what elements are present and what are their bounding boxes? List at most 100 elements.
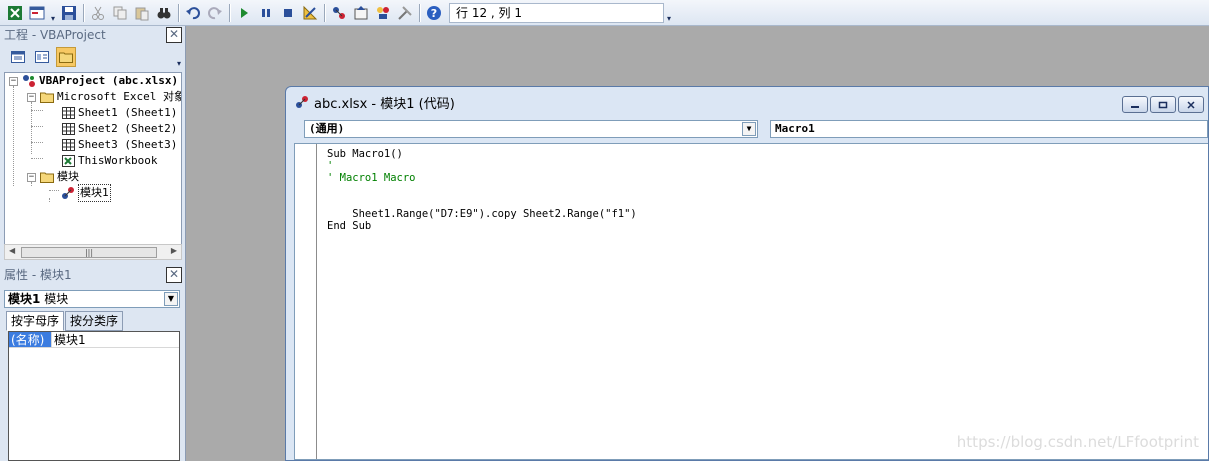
code-combos: (通用) ▼ Macro1: [304, 120, 1208, 138]
code-margin[interactable]: [295, 144, 317, 459]
chevron-down-icon[interactable]: ▼: [742, 122, 756, 136]
tree-node-sheet3[interactable]: Sheet3 (Sheet3): [61, 137, 177, 153]
tree-horizontal-scrollbar[interactable]: ◀ ||| ▶: [4, 244, 182, 260]
close-icon[interactable]: ✕: [166, 27, 182, 43]
find-icon[interactable]: [154, 3, 174, 23]
properties-tabs: 按字母序 按分类序: [6, 311, 124, 331]
tab-categorized[interactable]: 按分类序: [65, 311, 124, 331]
standard-toolbar: ▾ ? 行 12 , 列 1 ▾: [0, 0, 1209, 26]
properties-grid: (名称) 模块1: [8, 331, 180, 461]
worksheet-icon: [61, 106, 75, 120]
procedure-combo-value: Macro1: [775, 122, 815, 135]
stop-icon[interactable]: [278, 3, 298, 23]
project-pane-title: 工程 - VBAProject ✕: [0, 26, 185, 44]
minimize-button[interactable]: [1122, 96, 1148, 113]
properties-pane-title-text: 属性 - 模块1: [4, 268, 72, 282]
run-icon[interactable]: [234, 3, 254, 23]
chevron-down-icon[interactable]: ▾: [664, 3, 674, 23]
object-browser-icon[interactable]: [373, 3, 393, 23]
view-object-icon[interactable]: [32, 47, 52, 67]
code-window: abc.xlsx - 模块1 (代码) (通用) ▼ Macro1 Sub Ma…: [285, 86, 1209, 461]
paste-icon[interactable]: [132, 3, 152, 23]
code-line[interactable]: [327, 184, 637, 196]
code-line[interactable]: Sheet1.Range("D7:E9").copy Sheet2.Range(…: [327, 208, 636, 220]
code-editor[interactable]: Sub Macro1() ' ' Macro1 Macro Sheet1.Range…: [294, 143, 1208, 460]
tree-node-label: Sheet2 (Sheet2): [78, 122, 178, 135]
chevron-down-icon[interactable]: ▼: [164, 292, 178, 306]
code-window-title: abc.xlsx - 模块1 (代码): [314, 96, 455, 112]
tree-node-vbaproject[interactable]: − VBAProject (abc.xlsx): [9, 73, 178, 89]
close-button[interactable]: [1178, 96, 1204, 113]
tree-node-label: Sheet1 (Sheet1): [78, 106, 178, 119]
tree-node-modules[interactable]: − 模块: [27, 169, 79, 185]
tree-node-sheet1[interactable]: Sheet1 (Sheet1): [61, 105, 177, 121]
tree-node-label: VBAProject (abc.xlsx): [39, 74, 179, 87]
scrollbar-thumb[interactable]: |||: [21, 247, 157, 258]
project-tools: ▾: [0, 44, 185, 70]
scroll-right-icon[interactable]: ▶: [171, 246, 177, 255]
collapse-icon[interactable]: −: [27, 92, 36, 102]
workbook-icon: [61, 154, 75, 168]
excel-view-icon[interactable]: [5, 3, 25, 23]
object-combo-value: (通用): [309, 122, 345, 135]
object-type: 模块: [44, 292, 69, 306]
code-line[interactable]: ' Macro1 Macro: [327, 172, 637, 184]
tree-node-thisworkbook[interactable]: ThisWorkbook: [61, 153, 157, 169]
tree-node-label: Sheet3 (Sheet3): [78, 138, 178, 151]
object-name: 模块1: [8, 292, 41, 306]
design-mode-icon[interactable]: [300, 3, 320, 23]
project-explorer-pane: 工程 - VBAProject ✕ ▾ − VBAProject (abc.xl…: [0, 26, 186, 266]
tree-node-label: Microsoft Excel 对象: [57, 90, 182, 103]
code-window-titlebar[interactable]: abc.xlsx - 模块1 (代码): [286, 87, 1208, 117]
toolbar-separator: [229, 3, 230, 22]
toggle-folders-icon[interactable]: [56, 47, 76, 67]
tree-node-excel-objects[interactable]: − Microsoft Excel 对象: [27, 89, 182, 105]
properties-window-icon[interactable]: [351, 3, 371, 23]
copy-icon[interactable]: [110, 3, 130, 23]
folder-icon: [40, 170, 54, 184]
restore-button[interactable]: [1150, 96, 1176, 113]
tree-node-sheet2[interactable]: Sheet2 (Sheet2): [61, 121, 177, 137]
properties-pane-title: 属性 - 模块1 ✕: [0, 266, 185, 284]
properties-pane: 属性 - 模块1 ✕ 模块1 模块 ▼ 按字母序 按分类序 (名称) 模块1: [0, 266, 186, 461]
code-line[interactable]: [327, 196, 637, 208]
redo-icon[interactable]: [205, 3, 225, 23]
object-select[interactable]: 模块1 模块 ▼: [4, 290, 180, 308]
close-icon[interactable]: ✕: [166, 267, 182, 283]
property-row[interactable]: (名称) 模块1: [9, 332, 179, 348]
project-pane-title-text: 工程 - VBAProject: [4, 28, 106, 42]
tree-node-module1[interactable]: 模块1: [61, 184, 111, 202]
chevron-down-icon[interactable]: ▾: [48, 3, 58, 23]
property-key: (名称): [9, 332, 51, 347]
code-line[interactable]: Sub Macro1(): [327, 148, 637, 160]
view-code-icon[interactable]: [8, 47, 28, 67]
help-icon[interactable]: ?: [424, 3, 444, 23]
project-explorer-icon[interactable]: [329, 3, 349, 23]
chevron-down-icon[interactable]: ▾: [177, 59, 181, 68]
tree-node-label: 模块1: [78, 184, 111, 202]
pause-icon[interactable]: [256, 3, 276, 23]
property-value[interactable]: 模块1: [51, 332, 86, 347]
scroll-left-icon[interactable]: ◀: [9, 246, 15, 255]
worksheet-icon: [61, 122, 75, 136]
project-tree: − VBAProject (abc.xlsx) − Microsoft Exce…: [4, 72, 182, 246]
toolbar-separator: [178, 3, 179, 22]
tab-alphabetic[interactable]: 按字母序: [6, 311, 65, 331]
module-icon: [294, 94, 310, 110]
collapse-icon[interactable]: −: [9, 76, 18, 86]
object-combo[interactable]: (通用) ▼: [304, 120, 758, 138]
tree-node-label: 模块: [57, 170, 79, 183]
procedure-combo[interactable]: Macro1: [770, 120, 1208, 138]
code-text[interactable]: Sub Macro1() ' ' Macro1 Macro Sheet1.Range…: [327, 148, 637, 232]
toolbar-separator: [324, 3, 325, 22]
code-line[interactable]: End Sub: [327, 220, 637, 232]
insert-userform-icon[interactable]: [27, 3, 47, 23]
code-line[interactable]: ': [327, 160, 637, 172]
collapse-icon[interactable]: −: [27, 172, 36, 182]
undo-icon[interactable]: [183, 3, 203, 23]
cut-icon[interactable]: [88, 3, 108, 23]
toolbox-icon[interactable]: [395, 3, 415, 23]
worksheet-icon: [61, 138, 75, 152]
watermark: https://blog.csdn.net/LFfootprint: [956, 433, 1199, 451]
save-icon[interactable]: [59, 3, 79, 23]
